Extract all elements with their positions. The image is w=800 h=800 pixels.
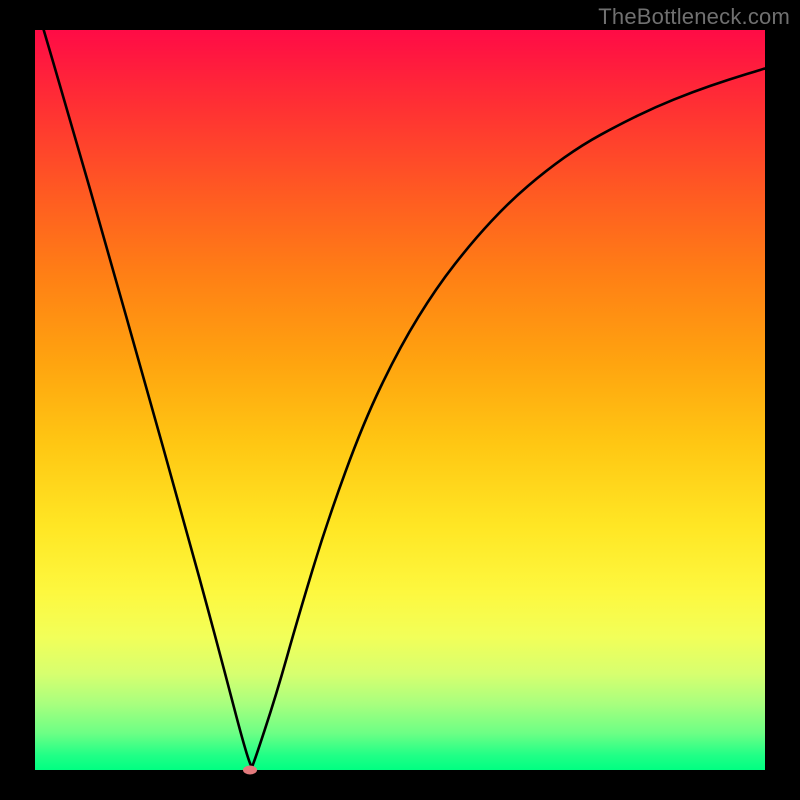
plot-area [35, 30, 765, 770]
chart-frame: TheBottleneck.com [0, 0, 800, 800]
curve-svg [35, 30, 765, 770]
curve-path [35, 30, 765, 767]
min-marker [243, 766, 257, 775]
watermark-text: TheBottleneck.com [598, 4, 790, 30]
